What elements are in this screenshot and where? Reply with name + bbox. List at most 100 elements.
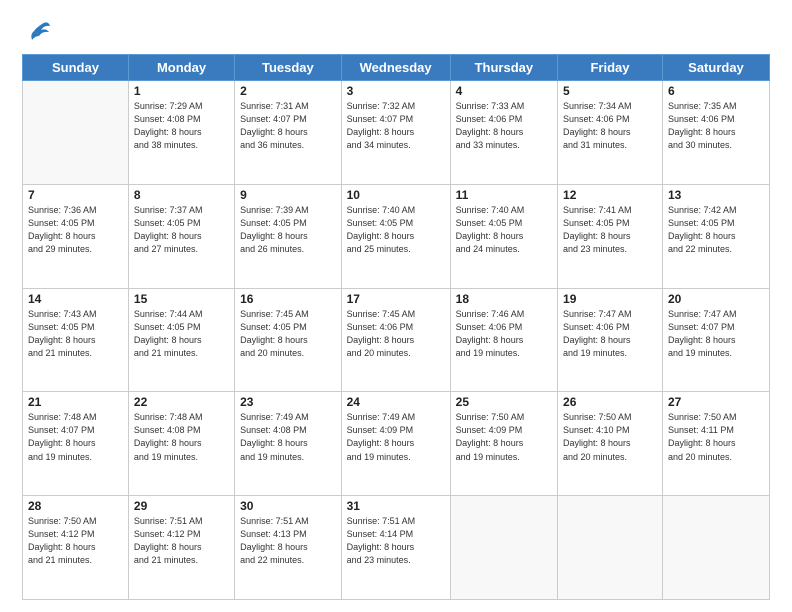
day-info: Sunrise: 7:29 AMSunset: 4:08 PMDaylight:… xyxy=(134,100,229,152)
day-info: Sunrise: 7:50 AMSunset: 4:11 PMDaylight:… xyxy=(668,411,764,463)
calendar-cell: 8 Sunrise: 7:37 AMSunset: 4:05 PMDaylight… xyxy=(128,184,234,288)
calendar-cell: 2 Sunrise: 7:31 AMSunset: 4:07 PMDaylight… xyxy=(235,81,342,185)
day-number: 11 xyxy=(456,188,552,202)
day-number: 13 xyxy=(668,188,764,202)
day-info: Sunrise: 7:39 AMSunset: 4:05 PMDaylight:… xyxy=(240,204,336,256)
calendar-header-friday: Friday xyxy=(558,55,663,81)
day-number: 3 xyxy=(347,84,445,98)
day-info: Sunrise: 7:47 AMSunset: 4:06 PMDaylight:… xyxy=(563,308,657,360)
calendar-cell: 7Sunrise: 7:36 AMSunset: 4:05 PMDaylight… xyxy=(23,184,129,288)
calendar-cell: 10 Sunrise: 7:40 AMSunset: 4:05 PMDayligh… xyxy=(341,184,450,288)
day-number: 21 xyxy=(28,395,123,409)
day-info: Sunrise: 7:36 AMSunset: 4:05 PMDaylight:… xyxy=(28,204,123,256)
calendar-cell xyxy=(558,496,663,600)
day-number: 20 xyxy=(668,292,764,306)
day-info: Sunrise: 7:51 AMSunset: 4:12 PMDaylight:… xyxy=(134,515,229,567)
calendar-week-row: 14 Sunrise: 7:43 AMSunset: 4:05 PMDayligh… xyxy=(23,288,770,392)
day-info: Sunrise: 7:40 AMSunset: 4:05 PMDaylight:… xyxy=(456,204,552,256)
day-info: Sunrise: 7:46 AMSunset: 4:06 PMDaylight:… xyxy=(456,308,552,360)
day-number: 19 xyxy=(563,292,657,306)
calendar-cell: 6 Sunrise: 7:35 AMSunset: 4:06 PMDaylight… xyxy=(662,81,769,185)
calendar-cell: 4 Sunrise: 7:33 AMSunset: 4:06 PMDaylight… xyxy=(450,81,557,185)
day-number: 12 xyxy=(563,188,657,202)
day-number: 14 xyxy=(28,292,123,306)
calendar-cell: 23 Sunrise: 7:49 AMSunset: 4:08 PMDayligh… xyxy=(235,392,342,496)
day-info: Sunrise: 7:50 AMSunset: 4:12 PMDaylight:… xyxy=(28,515,123,567)
calendar-cell: 1 Sunrise: 7:29 AMSunset: 4:08 PMDaylight… xyxy=(128,81,234,185)
calendar-header-wednesday: Wednesday xyxy=(341,55,450,81)
day-info: Sunrise: 7:34 AMSunset: 4:06 PMDaylight:… xyxy=(563,100,657,152)
day-info: Sunrise: 7:49 AMSunset: 4:09 PMDaylight:… xyxy=(347,411,445,463)
day-number: 6 xyxy=(668,84,764,98)
calendar-cell: 19 Sunrise: 7:47 AMSunset: 4:06 PMDayligh… xyxy=(558,288,663,392)
calendar-cell: 12 Sunrise: 7:41 AMSunset: 4:05 PMDayligh… xyxy=(558,184,663,288)
day-info: Sunrise: 7:37 AMSunset: 4:05 PMDaylight:… xyxy=(134,204,229,256)
calendar-table: SundayMondayTuesdayWednesdayThursdayFrid… xyxy=(22,54,770,600)
day-number: 27 xyxy=(668,395,764,409)
day-info: Sunrise: 7:50 AMSunset: 4:09 PMDaylight:… xyxy=(456,411,552,463)
day-number: 2 xyxy=(240,84,336,98)
day-info: Sunrise: 7:35 AMSunset: 4:06 PMDaylight:… xyxy=(668,100,764,152)
day-number: 1 xyxy=(134,84,229,98)
calendar-cell: 3 Sunrise: 7:32 AMSunset: 4:07 PMDaylight… xyxy=(341,81,450,185)
day-info: Sunrise: 7:49 AMSunset: 4:08 PMDaylight:… xyxy=(240,411,336,463)
calendar-cell: 14 Sunrise: 7:43 AMSunset: 4:05 PMDayligh… xyxy=(23,288,129,392)
calendar-cell: 30Sunrise: 7:51 AMSunset: 4:13 PMDayligh… xyxy=(235,496,342,600)
day-number: 30 xyxy=(240,499,336,513)
day-info: Sunrise: 7:41 AMSunset: 4:05 PMDaylight:… xyxy=(563,204,657,256)
day-info: Sunrise: 7:32 AMSunset: 4:07 PMDaylight:… xyxy=(347,100,445,152)
day-number: 18 xyxy=(456,292,552,306)
day-number: 9 xyxy=(240,188,336,202)
calendar-cell: 16 Sunrise: 7:45 AMSunset: 4:05 PMDayligh… xyxy=(235,288,342,392)
calendar-cell: 18 Sunrise: 7:46 AMSunset: 4:06 PMDayligh… xyxy=(450,288,557,392)
day-number: 16 xyxy=(240,292,336,306)
day-number: 29 xyxy=(134,499,229,513)
calendar-header-row: SundayMondayTuesdayWednesdayThursdayFrid… xyxy=(23,55,770,81)
day-number: 23 xyxy=(240,395,336,409)
day-number: 4 xyxy=(456,84,552,98)
day-info: Sunrise: 7:45 AMSunset: 4:06 PMDaylight:… xyxy=(347,308,445,360)
calendar-cell: 17Sunrise: 7:45 AMSunset: 4:06 PMDayligh… xyxy=(341,288,450,392)
calendar-week-row: 21 Sunrise: 7:48 AMSunset: 4:07 PMDayligh… xyxy=(23,392,770,496)
day-info: Sunrise: 7:40 AMSunset: 4:05 PMDaylight:… xyxy=(347,204,445,256)
calendar-cell xyxy=(23,81,129,185)
day-info: Sunrise: 7:48 AMSunset: 4:08 PMDaylight:… xyxy=(134,411,229,463)
calendar-cell: 13 Sunrise: 7:42 AMSunset: 4:05 PMDayligh… xyxy=(662,184,769,288)
day-info: Sunrise: 7:51 AMSunset: 4:14 PMDaylight:… xyxy=(347,515,445,567)
calendar-cell: 31Sunrise: 7:51 AMSunset: 4:14 PMDayligh… xyxy=(341,496,450,600)
calendar-week-row: 7Sunrise: 7:36 AMSunset: 4:05 PMDaylight… xyxy=(23,184,770,288)
day-number: 22 xyxy=(134,395,229,409)
calendar-week-row: 28Sunrise: 7:50 AMSunset: 4:12 PMDayligh… xyxy=(23,496,770,600)
day-number: 25 xyxy=(456,395,552,409)
day-info: Sunrise: 7:43 AMSunset: 4:05 PMDaylight:… xyxy=(28,308,123,360)
calendar-cell: 11 Sunrise: 7:40 AMSunset: 4:05 PMDayligh… xyxy=(450,184,557,288)
calendar-cell: 29 Sunrise: 7:51 AMSunset: 4:12 PMDayligh… xyxy=(128,496,234,600)
day-number: 5 xyxy=(563,84,657,98)
calendar-cell: 20Sunrise: 7:47 AMSunset: 4:07 PMDayligh… xyxy=(662,288,769,392)
day-info: Sunrise: 7:45 AMSunset: 4:05 PMDaylight:… xyxy=(240,308,336,360)
day-number: 26 xyxy=(563,395,657,409)
calendar-cell: 9 Sunrise: 7:39 AMSunset: 4:05 PMDaylight… xyxy=(235,184,342,288)
day-info: Sunrise: 7:44 AMSunset: 4:05 PMDaylight:… xyxy=(134,308,229,360)
day-info: Sunrise: 7:31 AMSunset: 4:07 PMDaylight:… xyxy=(240,100,336,152)
calendar-header-thursday: Thursday xyxy=(450,55,557,81)
day-number: 24 xyxy=(347,395,445,409)
calendar-cell: 26Sunrise: 7:50 AMSunset: 4:10 PMDayligh… xyxy=(558,392,663,496)
calendar-cell: 22 Sunrise: 7:48 AMSunset: 4:08 PMDayligh… xyxy=(128,392,234,496)
calendar-week-row: 1 Sunrise: 7:29 AMSunset: 4:08 PMDaylight… xyxy=(23,81,770,185)
calendar-cell: 24 Sunrise: 7:49 AMSunset: 4:09 PMDayligh… xyxy=(341,392,450,496)
header xyxy=(22,18,770,46)
logo-bird-icon xyxy=(24,18,52,46)
day-info: Sunrise: 7:48 AMSunset: 4:07 PMDaylight:… xyxy=(28,411,123,463)
calendar-cell: 27 Sunrise: 7:50 AMSunset: 4:11 PMDayligh… xyxy=(662,392,769,496)
calendar-cell: 25 Sunrise: 7:50 AMSunset: 4:09 PMDayligh… xyxy=(450,392,557,496)
day-info: Sunrise: 7:33 AMSunset: 4:06 PMDaylight:… xyxy=(456,100,552,152)
calendar-cell: 15Sunrise: 7:44 AMSunset: 4:05 PMDayligh… xyxy=(128,288,234,392)
day-info: Sunrise: 7:42 AMSunset: 4:05 PMDaylight:… xyxy=(668,204,764,256)
calendar-cell: 5 Sunrise: 7:34 AMSunset: 4:06 PMDaylight… xyxy=(558,81,663,185)
calendar-header-sunday: Sunday xyxy=(23,55,129,81)
day-number: 10 xyxy=(347,188,445,202)
calendar-cell xyxy=(450,496,557,600)
day-number: 8 xyxy=(134,188,229,202)
calendar-cell xyxy=(662,496,769,600)
